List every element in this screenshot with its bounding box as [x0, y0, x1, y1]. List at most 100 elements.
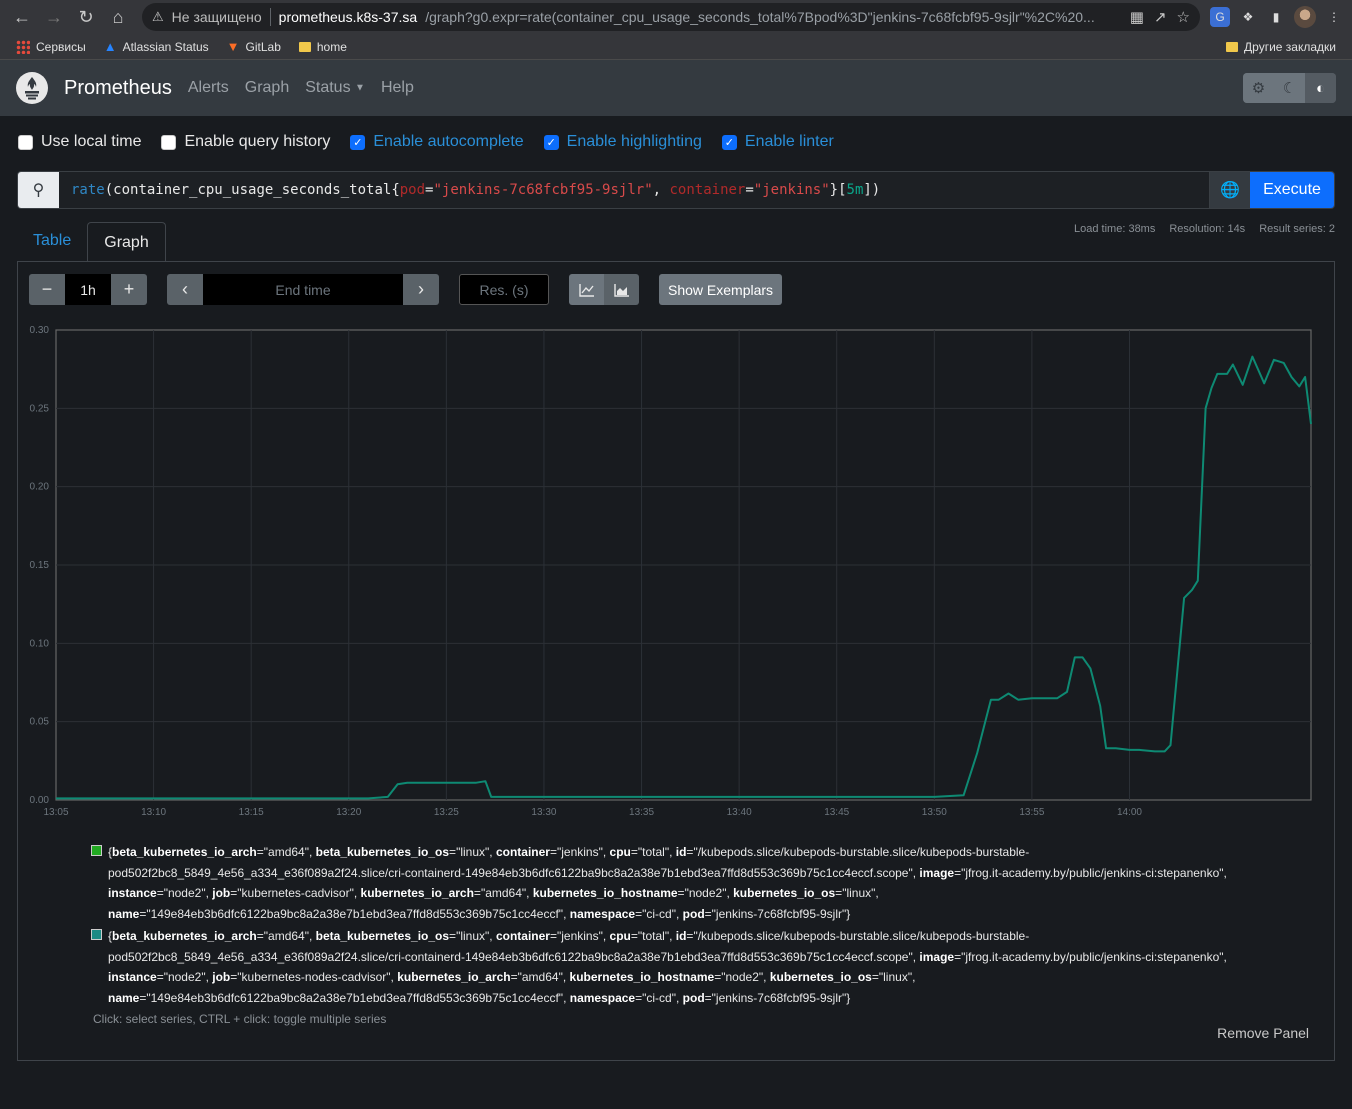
checkbox-checked[interactable]: ✓: [543, 134, 559, 150]
legend-series[interactable]: {beta_kubernetes_io_arch="amd64", beta_k…: [91, 842, 1231, 924]
side-panel-icon[interactable]: ▮: [1266, 7, 1286, 27]
label-name: kubernetes_io_hostname: [532, 886, 678, 900]
label-value: "linux": [456, 929, 490, 943]
range-input-group: − 1h +: [29, 274, 147, 305]
label-name: image: [919, 865, 955, 880]
bookmark-services[interactable]: Сервисы: [16, 39, 86, 54]
divider: [269, 8, 271, 26]
query-brace: {: [391, 182, 400, 198]
option-use-local-time[interactable]: Use local time: [18, 133, 141, 151]
query-eq: =: [425, 182, 434, 198]
brand-title[interactable]: Prometheus: [64, 77, 172, 100]
star-icon[interactable]: ☆: [1177, 8, 1190, 26]
reload-icon[interactable]: ↻: [72, 3, 100, 31]
dark-theme-moon-icon[interactable]: ☾: [1274, 73, 1305, 103]
nav-status-dropdown[interactable]: Status ▼: [305, 79, 365, 97]
bookmark-label: Сервисы: [36, 39, 86, 54]
series-labels: {beta_kubernetes_io_arch="amd64", beta_k…: [108, 929, 1227, 1005]
chevron-left-icon[interactable]: ‹: [167, 274, 203, 305]
insecure-label[interactable]: Не защищено: [172, 9, 262, 25]
expression-input[interactable]: rate(container_cpu_usage_seconds_total{p…: [59, 172, 1209, 208]
query-comma: ,: [652, 182, 670, 198]
home-icon[interactable]: ⌂: [104, 3, 132, 31]
folder-icon: [1226, 41, 1239, 52]
line-chart-icon[interactable]: [569, 274, 604, 305]
label-name: kubernetes_io_hostname: [569, 970, 715, 984]
label-name: namespace: [569, 990, 636, 1005]
label-name: beta_kubernetes_io_arch: [112, 845, 257, 859]
address-bar[interactable]: ⚠ Не защищено prometheus.k8s-37.sa/graph…: [142, 3, 1200, 31]
nav-graph[interactable]: Graph: [245, 79, 289, 97]
prometheus-logo-icon[interactable]: [16, 72, 48, 104]
translator-extension-icon[interactable]: G: [1210, 7, 1230, 27]
checkbox-checked[interactable]: ✓: [350, 134, 366, 150]
share-icon[interactable]: ↗: [1154, 8, 1167, 26]
label-value: "kubernetes-nodes-cadvisor": [237, 970, 391, 984]
label-name: job: [212, 886, 231, 900]
label-value: "total": [637, 845, 670, 859]
checkbox-unchecked[interactable]: [161, 134, 177, 150]
resolution-input[interactable]: Res. (s): [459, 274, 549, 305]
option-autocomplete[interactable]: ✓ Enable autocomplete: [350, 133, 524, 151]
remove-panel-link[interactable]: Remove Panel: [1217, 1025, 1309, 1041]
url-host[interactable]: prometheus.k8s-37.sa: [279, 9, 418, 25]
end-time-input[interactable]: End time: [203, 274, 403, 305]
graph-chart[interactable]: 0.00 0.05 0.10 0.15 0.20 0.25 0.30 13:05 13:10 13…: [28, 318, 1328, 823]
translate-icon[interactable]: ▦: [1130, 8, 1144, 26]
chevron-right-icon[interactable]: ›: [403, 274, 439, 305]
warning-icon[interactable]: ⚠: [152, 9, 164, 25]
x-tick-label: 13:35: [629, 807, 654, 818]
query-close: ]): [863, 182, 881, 198]
series-color-swatch: [91, 929, 102, 940]
load-time: Load time: 38ms: [1074, 223, 1156, 235]
decrease-range-minus-icon[interactable]: −: [29, 274, 65, 305]
label-value: "jfrog.it-academy.by/public/jenkins-ci:s…: [961, 949, 1224, 964]
theme-toggle-group: ⚙ ☾ ◐: [1243, 73, 1336, 103]
tab-table[interactable]: Table: [17, 221, 87, 261]
label-value: "linux": [456, 845, 490, 859]
label-value: "amd64": [263, 929, 309, 943]
chart-svg[interactable]: 0.00 0.05 0.10 0.15 0.20 0.25 0.30 13:05 13:10 13…: [28, 318, 1328, 818]
caret-down-icon: ▼: [355, 82, 365, 94]
label-value: "149e84eb3b6dfc6122ba9bc8a2a38e7b1ebd3ea…: [146, 906, 564, 921]
range-input[interactable]: 1h: [65, 274, 111, 305]
kebab-menu-icon[interactable]: ⋮: [1324, 7, 1344, 27]
x-tick-label: 13:45: [824, 807, 849, 818]
option-highlighting[interactable]: ✓ Enable highlighting: [543, 133, 702, 151]
checkbox-checked[interactable]: ✓: [721, 134, 737, 150]
back-arrow-icon[interactable]: ←: [8, 3, 36, 31]
extensions-puzzle-icon[interactable]: ❖: [1238, 7, 1258, 27]
label-value: "kubernetes-cadvisor": [237, 886, 354, 900]
label-value: "node2": [163, 886, 206, 900]
result-series: Result series: 2: [1259, 223, 1335, 235]
x-tick-label: 13:50: [922, 807, 947, 818]
bookmark-gitlab[interactable]: ▼ GitLab: [227, 39, 281, 54]
increase-range-plus-icon[interactable]: +: [111, 274, 147, 305]
label-name: pod: [682, 906, 705, 921]
bookmark-home[interactable]: home: [298, 40, 347, 54]
other-bookmarks[interactable]: Другие закладки: [1226, 40, 1336, 54]
label-value: "linux": [842, 886, 876, 900]
checkbox-unchecked[interactable]: [18, 134, 33, 150]
label-value: "jenkins-7c68fcbf95-9sjlr": [711, 990, 847, 1005]
light-theme-gear-icon[interactable]: ⚙: [1243, 73, 1274, 103]
profile-avatar[interactable]: [1294, 6, 1316, 28]
nav-help[interactable]: Help: [381, 79, 414, 97]
show-exemplars-button[interactable]: Show Exemplars: [659, 274, 783, 305]
metrics-explorer-globe-icon[interactable]: 🌐: [1209, 172, 1250, 208]
area-chart-icon[interactable]: [604, 274, 639, 305]
label-value: "node2": [684, 886, 727, 900]
x-tick-label: 13:30: [531, 807, 556, 818]
execute-button[interactable]: Execute: [1250, 172, 1334, 208]
url-path[interactable]: /graph?g0.expr=rate(container_cpu_usage_…: [425, 9, 1095, 25]
y-tick-label: 0.00: [30, 795, 50, 806]
bookmark-atlassian[interactable]: ▲ Atlassian Status: [104, 39, 209, 54]
legend-series[interactable]: {beta_kubernetes_io_arch="amd64", beta_k…: [91, 926, 1231, 1008]
forward-arrow-icon[interactable]: →: [40, 3, 68, 31]
option-query-history[interactable]: Enable query history: [161, 133, 330, 151]
auto-theme-contrast-icon[interactable]: ◐: [1305, 73, 1336, 103]
y-tick-label: 0.10: [30, 638, 50, 649]
tab-graph[interactable]: Graph: [87, 222, 166, 262]
option-linter[interactable]: ✓ Enable linter: [721, 133, 834, 151]
nav-alerts[interactable]: Alerts: [188, 79, 229, 97]
